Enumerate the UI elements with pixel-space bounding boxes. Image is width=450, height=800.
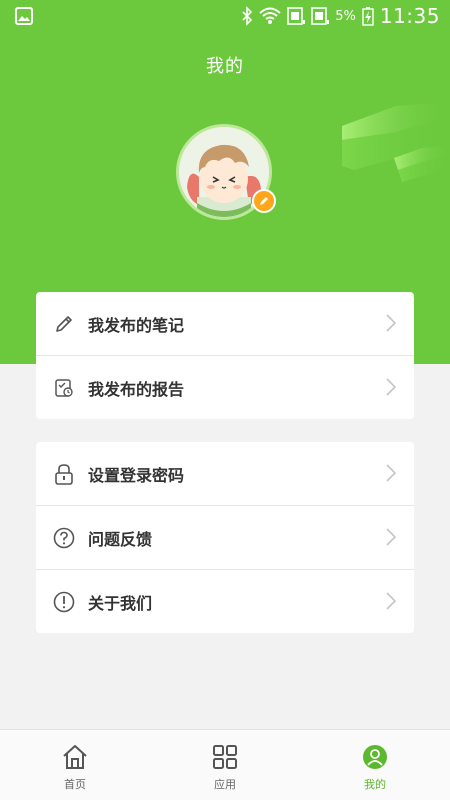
- menu-item-about-us[interactable]: 关于我们: [36, 569, 414, 633]
- status-bar: 5% 11:35: [0, 0, 450, 32]
- menu-item-label: 设置登录密码: [88, 465, 185, 485]
- gallery-icon: [15, 7, 33, 25]
- info-icon: [53, 591, 75, 613]
- bluetooth-icon: [242, 6, 253, 26]
- tab-label: 应用: [214, 778, 236, 791]
- menu-item-label: 我发布的报告: [88, 379, 185, 399]
- lock-icon: [53, 463, 75, 485]
- tab-label: 我的: [364, 778, 386, 791]
- tab-mine[interactable]: 我的: [335, 744, 415, 792]
- decorative-blocks: [342, 102, 450, 182]
- battery-charging-icon: [362, 7, 374, 26]
- menu-item-label: 关于我们: [88, 593, 153, 613]
- question-icon: [53, 527, 75, 549]
- wifi-icon: [259, 7, 281, 24]
- page-title: 我的: [206, 56, 244, 77]
- menu-item-label: 问题反馈: [88, 529, 153, 549]
- tab-apps[interactable]: 应用: [185, 744, 265, 792]
- menu-card-publications: 我发布的笔记 我发布的报告: [36, 292, 414, 419]
- chevron-right-icon: [386, 314, 396, 332]
- menu-card-settings: 设置登录密码 问题反馈 关于我们: [36, 442, 414, 633]
- menu-item-feedback[interactable]: 问题反馈: [36, 505, 414, 569]
- sim1-icon: [287, 7, 306, 25]
- clock: 11:35: [379, 4, 440, 28]
- report-icon: [53, 377, 75, 399]
- menu-item-my-notes[interactable]: 我发布的笔记: [36, 292, 414, 355]
- chevron-right-icon: [386, 378, 396, 396]
- chevron-right-icon: [386, 528, 396, 546]
- chevron-right-icon: [386, 464, 396, 482]
- battery-percent: 5%: [335, 8, 356, 24]
- chevron-right-icon: [386, 592, 396, 610]
- grid-icon: [213, 745, 237, 769]
- pencil-icon: [53, 313, 75, 335]
- bottom-tab-bar: 首页 应用 我的: [0, 729, 450, 800]
- edit-pencil-icon: [260, 197, 268, 205]
- user-icon: [363, 745, 387, 769]
- edit-avatar-button[interactable]: [252, 189, 276, 213]
- tab-label: 首页: [64, 778, 86, 791]
- menu-item-set-password[interactable]: 设置登录密码: [36, 442, 414, 505]
- menu-item-my-reports[interactable]: 我发布的报告: [36, 355, 414, 419]
- sim2-icon: [311, 7, 330, 25]
- home-icon: [63, 745, 87, 769]
- tab-home[interactable]: 首页: [35, 744, 115, 792]
- menu-item-label: 我发布的笔记: [88, 315, 185, 335]
